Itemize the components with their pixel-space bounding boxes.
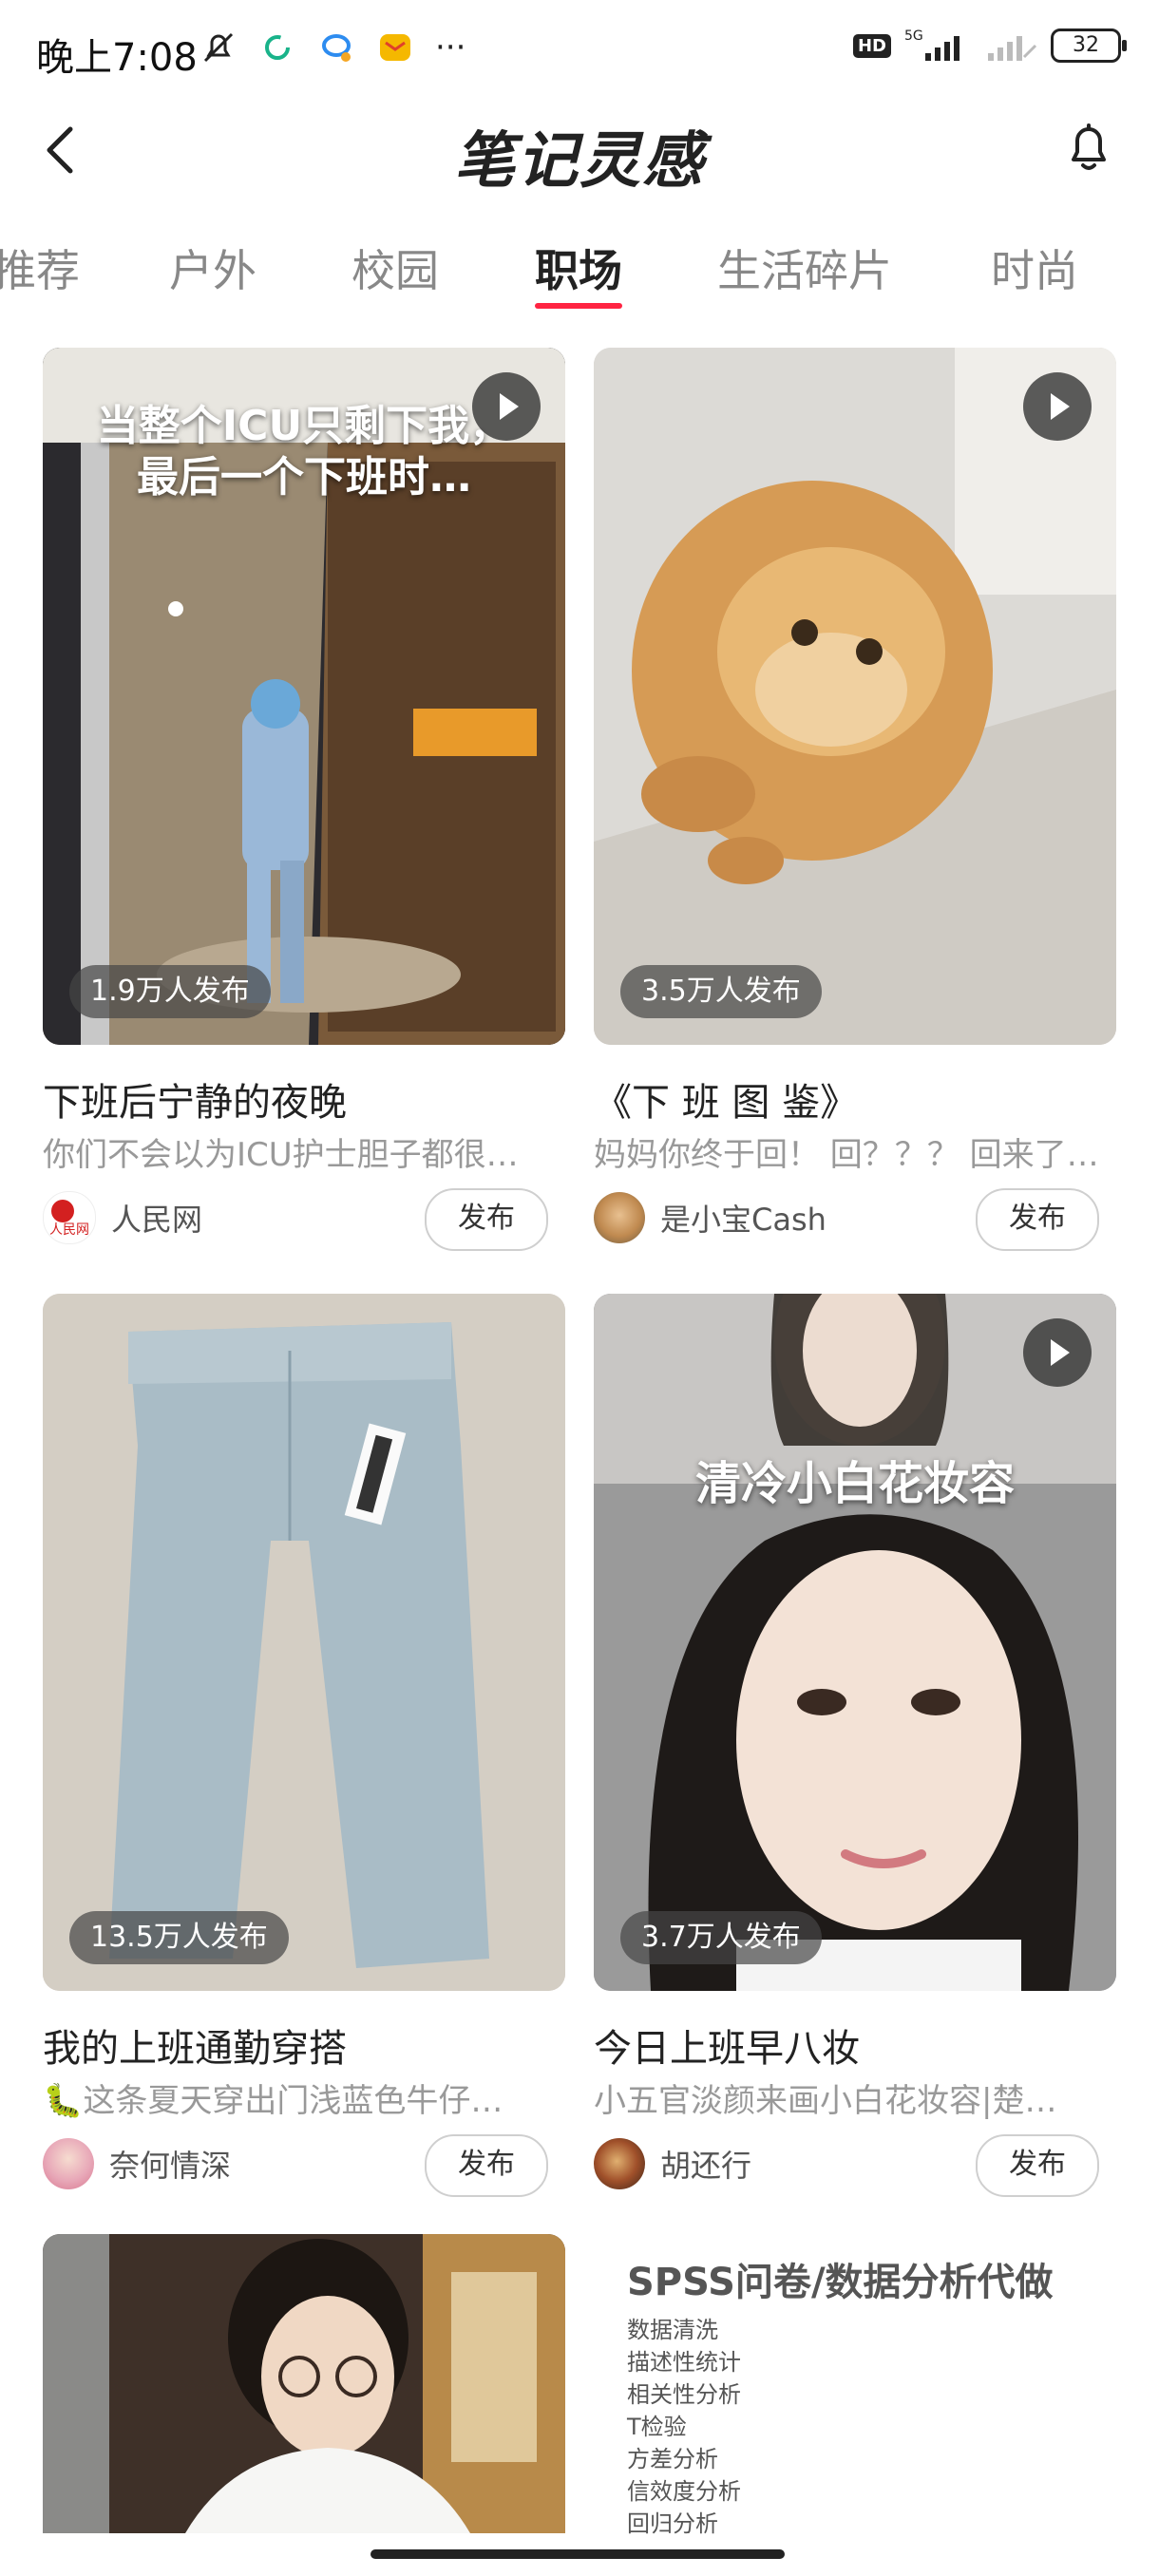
card-description[interactable]: 🐛这条夏天穿出门浅蓝色牛仔…: [43, 2074, 565, 2121]
author-name: 奈何情深: [109, 2148, 232, 2184]
author-avatar: 人民网: [43, 1191, 96, 1244]
publish-button[interactable]: 发布: [976, 2134, 1099, 2197]
tab-campus[interactable]: 校园: [352, 237, 439, 299]
author-name: 胡还行: [660, 2148, 752, 2184]
card-title[interactable]: 《下 班 图 鉴》: [594, 1071, 858, 1127]
inspiration-card[interactable]: 13.5万人发布 我的上班通勤穿搭 🐛这条夏天穿出门浅蓝色牛仔… 奈何情深 发布: [43, 1294, 565, 2206]
ad-service-item: 数据清洗: [627, 2317, 718, 2343]
ad-service-item: 方差分析: [627, 2446, 718, 2472]
card-thumbnail[interactable]: 当整个ICU只剩下我， 最后一个下班时… 1.9万人发布: [43, 348, 565, 1045]
svg-text:人民网: 人民网: [49, 1222, 89, 1238]
category-tabs: 推荐 户外 校园 职场 生活碎片 时尚: [0, 223, 1159, 313]
card-thumbnail[interactable]: [43, 2234, 565, 2533]
ad-service-item: 描述性统计: [627, 2349, 741, 2376]
status-bar: 晚上7:08 ··· HD 5G 32: [0, 0, 1159, 104]
active-tab-indicator: [535, 303, 622, 309]
publish-count-badge: 3.7万人发布: [620, 1911, 822, 1964]
ad-service-item: 信效度分析: [627, 2478, 741, 2505]
more-notifications-icon: ···: [435, 28, 466, 66]
card-description[interactable]: 妈妈你终于回！ 回？？？ 回来了…: [594, 1128, 1116, 1175]
card-author[interactable]: 奈何情深: [43, 2133, 231, 2194]
app-header: 笔记灵感: [0, 104, 1159, 197]
card-thumbnail[interactable]: 3.5万人发布: [594, 348, 1116, 1045]
tab-outdoor[interactable]: 户外: [169, 237, 256, 299]
publish-count-badge: 1.9万人发布: [69, 965, 271, 1018]
card-title[interactable]: 今日上班早八妆: [594, 2017, 860, 2073]
publish-button[interactable]: 发布: [976, 1188, 1099, 1251]
play-icon: [1023, 1318, 1092, 1387]
bell-icon[interactable]: [1060, 118, 1117, 179]
tab-fashion[interactable]: 时尚: [991, 237, 1078, 299]
ad-service-item: 回归分析: [627, 2510, 718, 2537]
card-title[interactable]: 下班后宁静的夜晚: [43, 1071, 347, 1127]
publish-button[interactable]: 发布: [425, 2134, 548, 2197]
hd-badge: HD: [852, 33, 891, 58]
card-author[interactable]: 人民网 人民网: [43, 1187, 202, 1248]
ad-service-list: 数据清洗 描述性统计 相关性分析 T检验 方差分析 信效度分析 回归分析: [627, 2314, 741, 2540]
ad-title: SPSS问卷/数据分析代做: [627, 2261, 1054, 2304]
inspiration-card[interactable]: 3.5万人发布 《下 班 图 鉴》 妈妈你终于回！ 回？？？ 回来了… 是小宝C…: [594, 348, 1116, 1260]
sync-icon: [265, 35, 290, 60]
tab-recommend[interactable]: 推荐: [0, 237, 80, 299]
makeup-portrait-image: [594, 1294, 1116, 1991]
svg-text:5G: 5G: [904, 28, 923, 44]
page-title: 笔记灵感: [454, 126, 705, 197]
jeans-image: [43, 1294, 565, 1991]
card-thumbnail[interactable]: 清冷小白花妆容 3.7万人发布: [594, 1294, 1116, 1991]
cat-image: [594, 348, 1116, 1045]
inspiration-card[interactable]: 清冷小白花妆容 3.7万人发布 今日上班早八妆 小五官淡颜来画小白花妆容|楚… …: [594, 1294, 1116, 2206]
tab-workplace[interactable]: 职场: [535, 237, 622, 299]
tab-life-fragments[interactable]: 生活碎片: [717, 237, 892, 299]
ad-service-item: T检验: [627, 2414, 687, 2440]
home-indicator[interactable]: [370, 2549, 785, 2559]
signal-empty-icon: [988, 36, 1037, 61]
play-icon: [472, 372, 541, 441]
inspiration-card[interactable]: [43, 2234, 565, 2533]
inspiration-card[interactable]: 当整个ICU只剩下我， 最后一个下班时… 1.9万人发布 下班后宁静的夜晚 你们…: [43, 348, 565, 1260]
system-status: HD 5G 32: [852, 28, 1127, 63]
mute-bell-icon: [203, 32, 234, 63]
ad-card[interactable]: SPSS问卷/数据分析代做 数据清洗 描述性统计 相关性分析 T检验 方差分析 …: [589, 2232, 1121, 2537]
publish-button[interactable]: 发布: [425, 1188, 548, 1251]
play-icon: [1023, 372, 1092, 441]
publish-count-badge: 13.5万人发布: [69, 1911, 289, 1964]
thumbnail-caption: 清冷小白花妆容: [694, 1457, 1015, 1510]
card-author[interactable]: 胡还行: [594, 2133, 751, 2194]
card-thumbnail[interactable]: 13.5万人发布: [43, 1294, 565, 1991]
author-avatar: [594, 1192, 645, 1243]
publish-count-badge: 3.5万人发布: [620, 965, 822, 1018]
battery-indicator: 32: [1051, 28, 1127, 63]
mail-icon: [380, 34, 410, 61]
author-name: 是小宝Cash: [660, 1202, 826, 1238]
card-description[interactable]: 你们不会以为ICU护士胆子都很…: [43, 1128, 565, 1175]
author-avatar: [594, 2138, 645, 2189]
card-author[interactable]: 是小宝Cash: [594, 1187, 826, 1248]
ad-service-item: 相关性分析: [627, 2381, 741, 2408]
card-title[interactable]: 我的上班通勤穿搭: [43, 2017, 347, 2073]
status-time: 晚上7:08: [36, 36, 198, 80]
author-name: 人民网: [111, 1202, 203, 1238]
signal-strength-icon: 5G: [904, 28, 960, 61]
notification-icons: ···: [200, 28, 466, 66]
author-avatar: [43, 2138, 94, 2189]
chat-icon: [322, 34, 351, 62]
card-description[interactable]: 小五官淡颜来画小白花妆容|楚…: [594, 2074, 1116, 2121]
